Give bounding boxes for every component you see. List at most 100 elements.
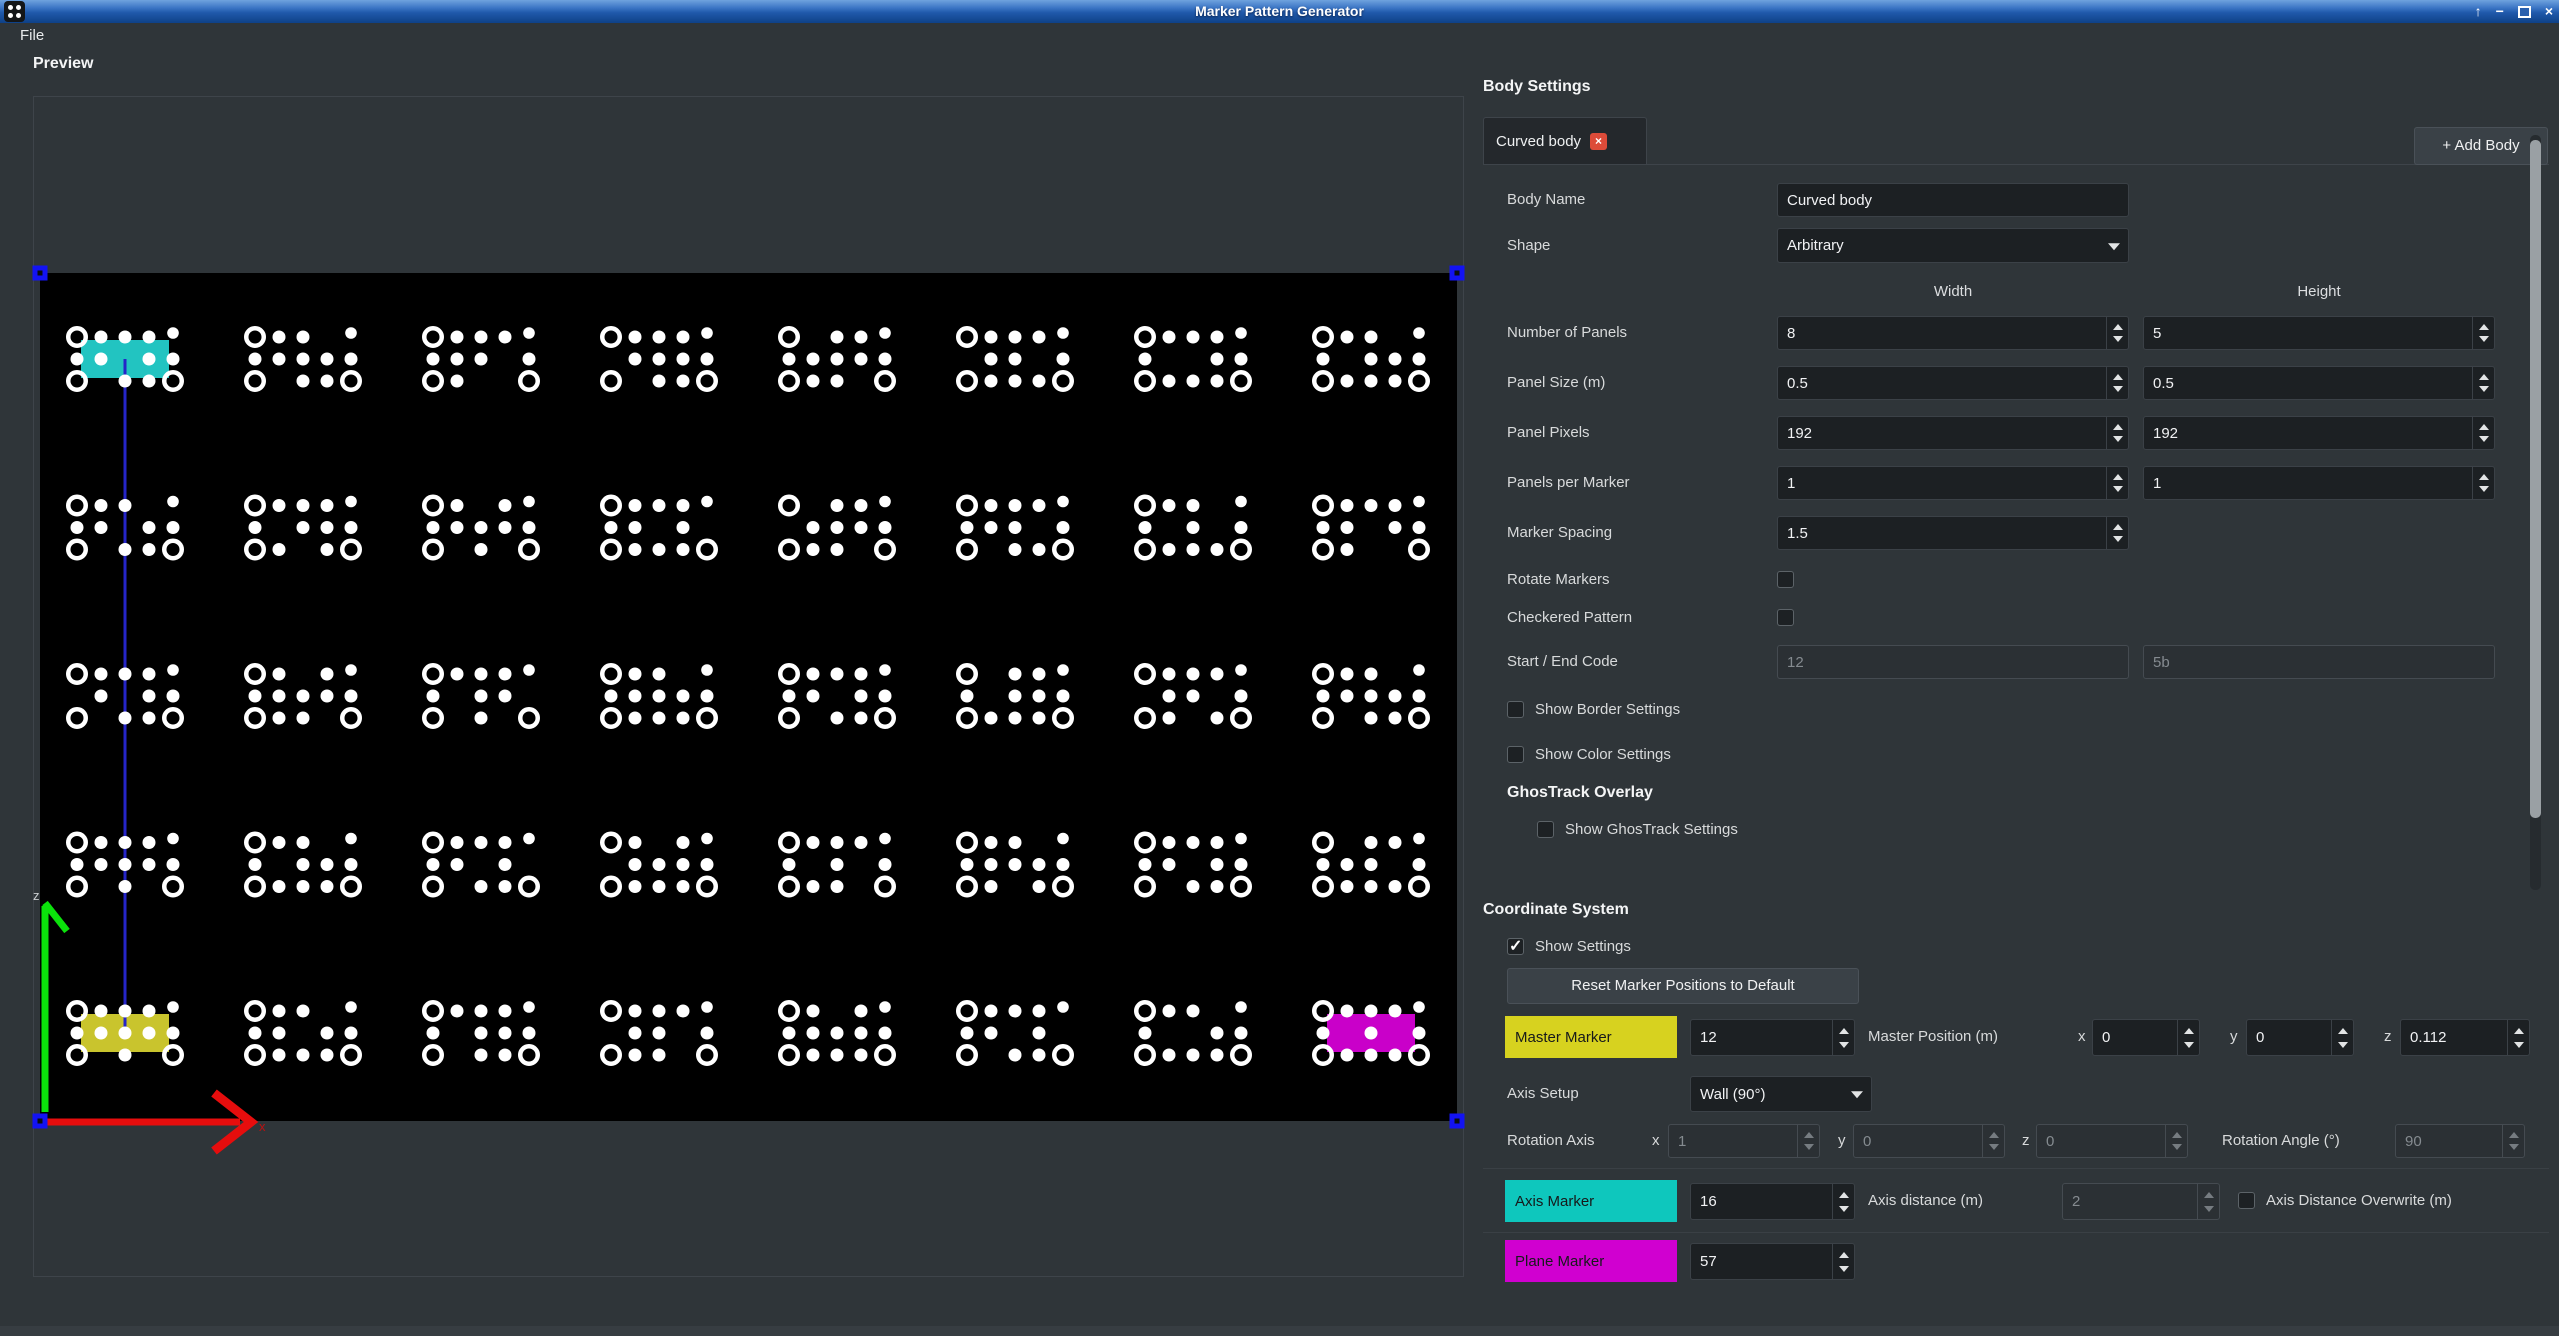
show-settings-label: Show Settings xyxy=(1535,937,1631,957)
window-title: Marker Pattern Generator xyxy=(0,0,2559,23)
add-body-button[interactable]: + Add Body xyxy=(2414,127,2548,165)
spin-arrows-icon[interactable] xyxy=(1832,1244,1854,1279)
tab-bar-line xyxy=(1483,164,2549,165)
number-of-panels-width-spinbox[interactable]: 8 xyxy=(1777,316,2129,350)
start-end-code-label: Start / End Code xyxy=(1507,645,1618,679)
axis-setup-select[interactable]: Wall (90°) xyxy=(1690,1076,1872,1112)
ghostrack-overlay-title: GhosTrack Overlay xyxy=(1507,784,1653,802)
rotation-axis-x-label: x xyxy=(1652,1124,1660,1158)
spin-arrows-icon[interactable] xyxy=(2472,467,2494,499)
rotation-axis-y-spinbox[interactable]: 0 xyxy=(1853,1124,2005,1158)
shade-window-icon[interactable]: ↑ xyxy=(2475,0,2482,23)
scrollbar-thumb[interactable] xyxy=(2530,140,2541,818)
application-window: Marker Pattern Generator ↑ − × File Prev… xyxy=(0,0,2559,1336)
chevron-down-icon xyxy=(1843,1077,1871,1111)
spin-arrows-icon[interactable] xyxy=(1832,1184,1854,1219)
spin-arrows-icon[interactable] xyxy=(2502,1125,2524,1157)
master-position-x-spinbox[interactable]: 0 xyxy=(2092,1019,2200,1056)
show-border-settings-label: Show Border Settings xyxy=(1535,700,1680,720)
body-name-label: Body Name xyxy=(1507,183,1585,217)
spin-arrows-icon[interactable] xyxy=(2106,367,2128,399)
axis-distance-overwrite-checkbox[interactable] xyxy=(2238,1192,2255,1209)
spin-arrows-icon[interactable] xyxy=(2472,317,2494,349)
panels-per-marker-height-spinbox[interactable]: 1 xyxy=(2143,466,2495,500)
preview-title: Preview xyxy=(33,55,93,73)
spin-arrows-icon[interactable] xyxy=(2106,317,2128,349)
maximize-window-icon[interactable] xyxy=(2518,6,2531,18)
spin-arrows-icon[interactable] xyxy=(2106,467,2128,499)
close-window-icon[interactable]: × xyxy=(2545,0,2553,23)
axis-marker-id-spinbox[interactable]: 16 xyxy=(1690,1183,1855,1220)
axis-distance-label: Axis distance (m) xyxy=(1868,1180,1983,1222)
rotation-axis-x-spinbox[interactable]: 1 xyxy=(1668,1124,1820,1158)
rotation-axis-z-label: z xyxy=(2022,1124,2030,1158)
minimize-window-icon[interactable]: − xyxy=(2496,0,2504,23)
checkered-pattern-checkbox[interactable] xyxy=(1777,609,1794,626)
panel-size-width-spinbox[interactable]: 0.5 xyxy=(1777,366,2129,400)
divider xyxy=(1483,1232,2549,1233)
rotation-axis-label: Rotation Axis xyxy=(1507,1124,1595,1158)
body-settings-title: Body Settings xyxy=(1483,78,1591,96)
panel-pixels-height-spinbox[interactable]: 192 xyxy=(2143,416,2495,450)
panel-size-height-spinbox[interactable]: 0.5 xyxy=(2143,366,2495,400)
master-position-x-label: x xyxy=(2078,1016,2086,1058)
marker-spacing-label: Marker Spacing xyxy=(1507,516,1612,550)
spin-arrows-icon[interactable] xyxy=(2197,1184,2219,1219)
rotation-axis-z-spinbox[interactable]: 0 xyxy=(2036,1124,2188,1158)
show-border-settings-checkbox[interactable] xyxy=(1507,701,1524,718)
end-code-input[interactable]: 5b xyxy=(2143,645,2495,679)
plane-marker-chip: Plane Marker xyxy=(1505,1240,1677,1282)
rotation-angle-spinbox[interactable]: 90 xyxy=(2395,1124,2525,1158)
spin-arrows-icon[interactable] xyxy=(2106,517,2128,549)
axis-setup-label: Axis Setup xyxy=(1507,1076,1579,1112)
number-of-panels-label: Number of Panels xyxy=(1507,316,1627,350)
shape-label: Shape xyxy=(1507,228,1550,263)
reset-marker-positions-button[interactable]: Reset Marker Positions to Default xyxy=(1507,968,1859,1004)
checkered-pattern-label: Checkered Pattern xyxy=(1507,608,1632,628)
panels-per-marker-label: Panels per Marker xyxy=(1507,466,1630,500)
spin-arrows-icon[interactable] xyxy=(2331,1020,2353,1055)
spin-arrows-icon[interactable] xyxy=(2472,367,2494,399)
rotate-markers-checkbox[interactable] xyxy=(1777,571,1794,588)
spin-arrows-icon[interactable] xyxy=(1797,1125,1819,1157)
tab-curved-body[interactable]: Curved body × xyxy=(1483,117,1647,165)
master-position-z-label: z xyxy=(2384,1016,2392,1058)
axis-distance-overwrite-label: Axis Distance Overwrite (m) xyxy=(2266,1180,2452,1222)
spin-arrows-icon[interactable] xyxy=(2165,1125,2187,1157)
master-marker-id-spinbox[interactable]: 12 xyxy=(1690,1019,1855,1056)
menu-file[interactable]: File xyxy=(10,23,54,50)
column-header-height: Height xyxy=(2143,283,2495,300)
title-bar: Marker Pattern Generator ↑ − × xyxy=(0,0,2559,23)
show-color-settings-checkbox[interactable] xyxy=(1507,746,1524,763)
show-ghostrack-settings-checkbox[interactable] xyxy=(1537,821,1554,838)
spin-arrows-icon[interactable] xyxy=(1832,1020,1854,1055)
number-of-panels-height-spinbox[interactable]: 5 xyxy=(2143,316,2495,350)
rotation-angle-label: Rotation Angle (°) xyxy=(2222,1124,2340,1158)
rotate-markers-label: Rotate Markers xyxy=(1507,570,1610,590)
tab-close-icon[interactable]: × xyxy=(1590,133,1607,150)
master-marker-chip: Master Marker xyxy=(1505,1016,1677,1058)
axis-distance-spinbox[interactable]: 2 xyxy=(2062,1183,2220,1220)
spin-arrows-icon[interactable] xyxy=(2507,1020,2529,1055)
spin-arrows-icon[interactable] xyxy=(2106,417,2128,449)
column-header-width: Width xyxy=(1777,283,2129,300)
plane-marker-id-spinbox[interactable]: 57 xyxy=(1690,1243,1855,1280)
coordinate-system-title: Coordinate System xyxy=(1483,901,1629,919)
spin-arrows-icon[interactable] xyxy=(2177,1020,2199,1055)
start-code-input[interactable]: 12 xyxy=(1777,645,2129,679)
panel-pixels-width-spinbox[interactable]: 192 xyxy=(1777,416,2129,450)
body-name-input[interactable]: Curved body xyxy=(1777,183,2129,217)
show-ghostrack-settings-label: Show GhosTrack Settings xyxy=(1565,820,1738,840)
master-position-z-spinbox[interactable]: 0.112 xyxy=(2400,1019,2530,1056)
spin-arrows-icon[interactable] xyxy=(2472,417,2494,449)
spin-arrows-icon[interactable] xyxy=(1982,1125,2004,1157)
preview-frame xyxy=(33,96,1464,1277)
show-settings-checkbox[interactable] xyxy=(1507,938,1524,955)
marker-spacing-spinbox[interactable]: 1.5 xyxy=(1777,516,2129,550)
chevron-down-icon xyxy=(2100,229,2128,262)
axis-marker-chip: Axis Marker xyxy=(1505,1180,1677,1222)
window-bottom-edge xyxy=(0,1326,2559,1336)
panels-per-marker-width-spinbox[interactable]: 1 xyxy=(1777,466,2129,500)
master-position-y-spinbox[interactable]: 0 xyxy=(2246,1019,2354,1056)
shape-select[interactable]: Arbitrary xyxy=(1777,228,2129,263)
